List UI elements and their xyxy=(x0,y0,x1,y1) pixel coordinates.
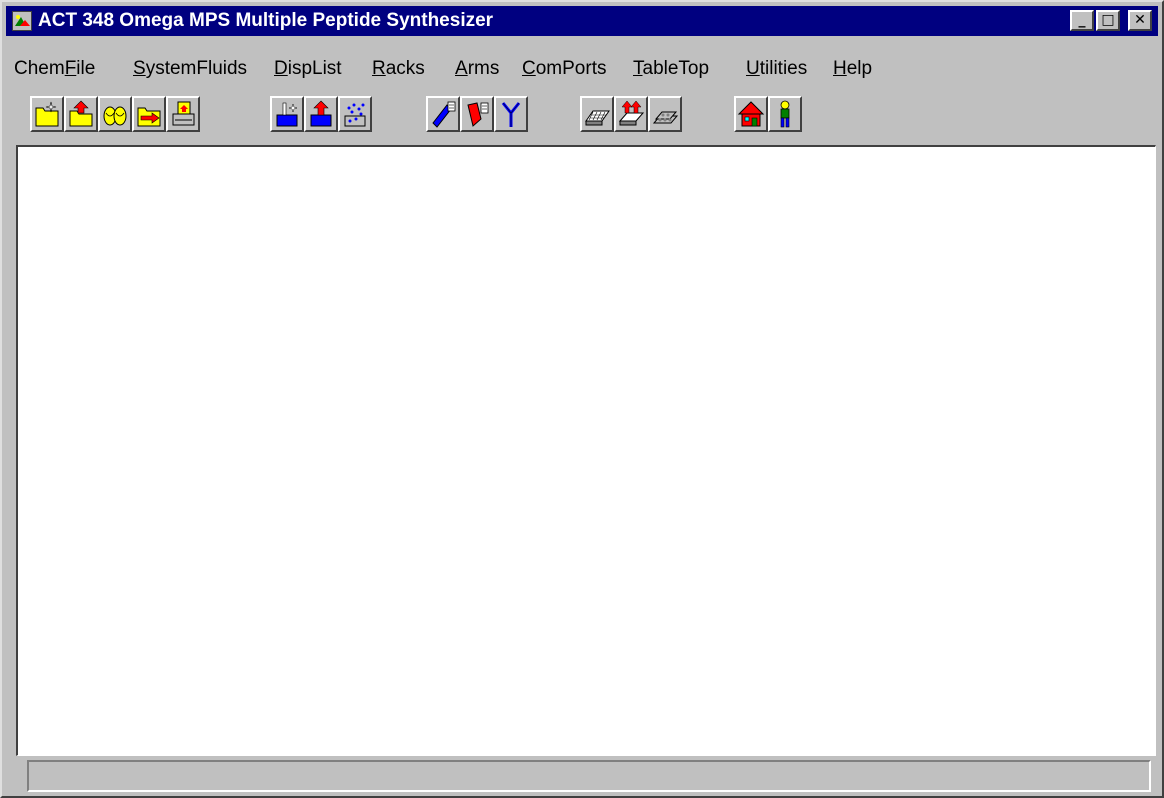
window-title: ACT 348 Omega MPS Multiple Peptide Synth… xyxy=(38,10,494,31)
menu-systemfluids[interactable]: SystemFluids xyxy=(133,58,247,80)
print-icon xyxy=(172,101,195,126)
toolbar xyxy=(6,88,1158,144)
menu-tabletop[interactable]: TableTop xyxy=(633,58,709,80)
menu-help[interactable]: Help xyxy=(833,58,872,80)
app-window: ACT 348 Omega MPS Multiple Peptide Synth… xyxy=(0,0,1164,798)
open-file-button[interactable] xyxy=(64,96,98,132)
fluid-add-button[interactable] xyxy=(270,96,304,132)
rack-button[interactable] xyxy=(580,96,614,132)
menu-bar: ChemFile SystemFluids DispList Racks Arm… xyxy=(6,52,1158,82)
split-tube-button[interactable] xyxy=(494,96,528,132)
title-bar[interactable]: ACT 348 Omega MPS Multiple Peptide Synth… xyxy=(6,6,1158,36)
dispense-pen-icon xyxy=(432,101,456,128)
menu-utilities[interactable]: Utilities xyxy=(746,58,807,80)
new-file-button[interactable] xyxy=(30,96,64,132)
person-icon xyxy=(780,100,790,128)
rack-up-button[interactable] xyxy=(614,96,648,132)
home-button[interactable] xyxy=(734,96,768,132)
menu-arms[interactable]: Arms xyxy=(455,58,499,80)
split-tube-icon xyxy=(501,102,521,127)
rack-stack-button[interactable] xyxy=(648,96,682,132)
app-icon[interactable] xyxy=(12,11,32,31)
fluid-up-button[interactable] xyxy=(304,96,338,132)
dispense-pen-button[interactable] xyxy=(426,96,460,132)
menu-chemfile[interactable]: ChemFile xyxy=(14,58,95,80)
maximize-icon: □ xyxy=(1101,12,1115,28)
open-file-icon xyxy=(69,100,93,127)
new-file-icon xyxy=(35,101,59,127)
workspace[interactable] xyxy=(16,145,1156,756)
user-button[interactable] xyxy=(768,96,802,132)
menu-comports[interactable]: ComPorts xyxy=(522,58,606,80)
menu-displist[interactable]: DispList xyxy=(274,58,342,80)
rack-icon xyxy=(585,110,610,126)
maximize-button[interactable]: □ xyxy=(1096,10,1120,31)
minimize-icon: _ xyxy=(1078,12,1086,28)
close-icon: ✕ xyxy=(1134,12,1146,28)
chemicals-icon xyxy=(103,106,127,126)
menu-racks[interactable]: Racks xyxy=(372,58,425,80)
home-icon xyxy=(737,101,765,127)
export-file-button[interactable] xyxy=(132,96,166,132)
fluid-add-icon xyxy=(276,102,298,127)
rack-stack-icon xyxy=(652,111,679,124)
export-file-icon xyxy=(137,107,161,127)
minimize-button[interactable]: _ xyxy=(1070,10,1094,31)
fluid-up-icon xyxy=(310,100,332,127)
print-button[interactable] xyxy=(166,96,200,132)
dispense-marker-icon xyxy=(467,102,489,127)
fluid-spray-button[interactable] xyxy=(338,96,372,132)
status-bar xyxy=(27,760,1151,792)
fluid-spray-icon xyxy=(344,103,366,127)
close-button[interactable]: ✕ xyxy=(1128,10,1152,31)
rack-up-icon xyxy=(618,100,645,126)
chemicals-button[interactable] xyxy=(98,96,132,132)
dispense-marker-button[interactable] xyxy=(460,96,494,132)
